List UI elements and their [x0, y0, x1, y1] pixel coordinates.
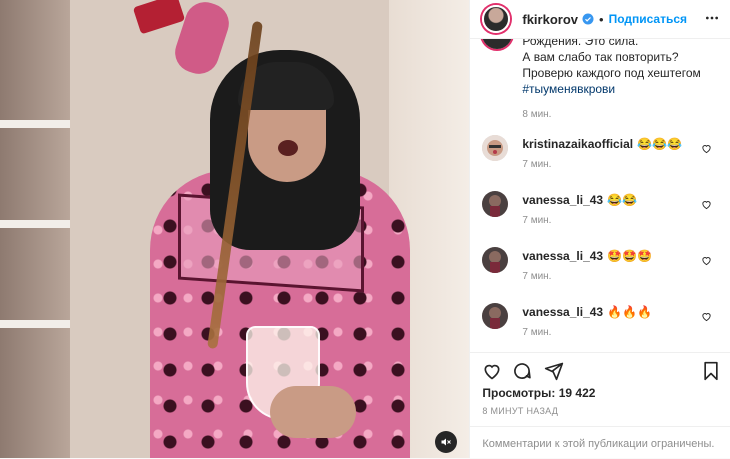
commenter-avatar[interactable] [482, 303, 509, 329]
paper-plane-icon[interactable] [544, 361, 564, 386]
video-shelf [0, 120, 70, 128]
comment-item: vanessa_li_43 🔥🔥🔥 7 мин. [470, 303, 730, 347]
post-timestamp[interactable]: 8 МИНУТ НАЗАД [482, 406, 558, 416]
comment-emoji: 😂😂 [607, 193, 637, 207]
comment-emoji: 🤩🤩🤩 [607, 249, 652, 263]
comment-text: vanessa_li_43 😂😂 [522, 193, 637, 207]
video-can [132, 0, 186, 35]
author-avatar[interactable] [482, 5, 511, 33]
caption-author-avatar[interactable] [482, 39, 513, 49]
caption-line: А вам слабо так повторить? [522, 50, 679, 64]
author-username[interactable]: fkirkorov [522, 12, 578, 27]
header-separator: • [599, 11, 604, 27]
comments-list[interactable]: Рождения. Это сила. А вам слабо так повт… [470, 39, 730, 351]
commenter-username[interactable]: vanessa_li_43 [522, 249, 603, 263]
post-caption: Рождения. Это сила. А вам слабо так повт… [470, 39, 730, 123]
commenter-username[interactable]: kristinazaikaofficial [522, 137, 633, 151]
comment-item: kristinazaikaofficial 😂😂😂 7 мин. [470, 135, 730, 179]
comment-bubble-icon[interactable] [512, 361, 532, 386]
heart-icon[interactable] [482, 361, 502, 386]
comment-like-heart-icon[interactable] [701, 141, 712, 159]
comment-time[interactable]: 7 мин. [522, 159, 551, 170]
video-background-wall [0, 0, 70, 458]
follow-button[interactable]: Подписаться [609, 12, 687, 26]
comment-item: vanessa_li_43 🤩🤩🤩 7 мин. [470, 247, 730, 291]
views-count[interactable]: Просмотры: 19 422 [482, 386, 595, 400]
more-horizontal-icon[interactable] [704, 10, 720, 31]
video-person-mouth [278, 140, 298, 156]
commenter-username[interactable]: vanessa_li_43 [522, 305, 603, 319]
comment-text: kristinazaikaofficial 😂😂😂 [522, 137, 682, 151]
verified-badge-icon [582, 13, 594, 25]
comment-time[interactable]: 7 мин. [522, 215, 551, 226]
comment-time[interactable]: 7 мин. [522, 271, 551, 282]
post-actions [470, 352, 730, 383]
commenter-avatar[interactable] [482, 191, 509, 217]
caption-line: Проверю каждого под хештегом [522, 66, 701, 80]
comment-like-heart-icon[interactable] [701, 253, 712, 271]
views-number: 19 422 [558, 386, 596, 400]
comment-item: vanessa_li_43 😂😂 7 мин. [470, 191, 730, 235]
muted-speaker-icon [441, 438, 451, 446]
video-shelf [0, 320, 70, 328]
post-sidebar: fkirkorov • Подписаться Рождения. Это си… [469, 0, 730, 458]
comment-like-heart-icon[interactable] [701, 309, 712, 327]
comments-restricted-notice: Комментарии к этой публикации ограничены… [482, 438, 715, 450]
comment-time[interactable]: 7 мин. [522, 327, 551, 338]
comment-text: vanessa_li_43 🔥🔥🔥 [522, 305, 652, 319]
commenter-username[interactable]: vanessa_li_43 [522, 193, 603, 207]
caption-time: 8 мин. [522, 109, 552, 120]
bookmark-icon[interactable] [702, 361, 720, 386]
post-header: fkirkorov • Подписаться [470, 0, 730, 39]
views-label: Просмотры: [482, 386, 556, 400]
commenter-avatar[interactable] [482, 135, 509, 161]
post-video[interactable] [0, 0, 470, 458]
caption-partial-line: Рождения. Это сила. [522, 39, 639, 48]
mute-button[interactable] [435, 431, 457, 453]
commenter-avatar[interactable] [482, 247, 509, 273]
comment-like-heart-icon[interactable] [701, 197, 712, 215]
comment-emoji: 😂😂😂 [637, 137, 682, 151]
comment-emoji: 🔥🔥🔥 [607, 305, 652, 319]
instagram-post: fkirkorov • Подписаться Рождения. Это си… [0, 0, 730, 458]
comments-footer: Комментарии к этой публикации ограничены… [470, 426, 730, 459]
video-shelf [0, 220, 70, 228]
video-person-hand [270, 386, 356, 438]
caption-hashtag[interactable]: #тыуменявкрови [522, 81, 718, 97]
comment-text: vanessa_li_43 🤩🤩🤩 [522, 249, 652, 263]
